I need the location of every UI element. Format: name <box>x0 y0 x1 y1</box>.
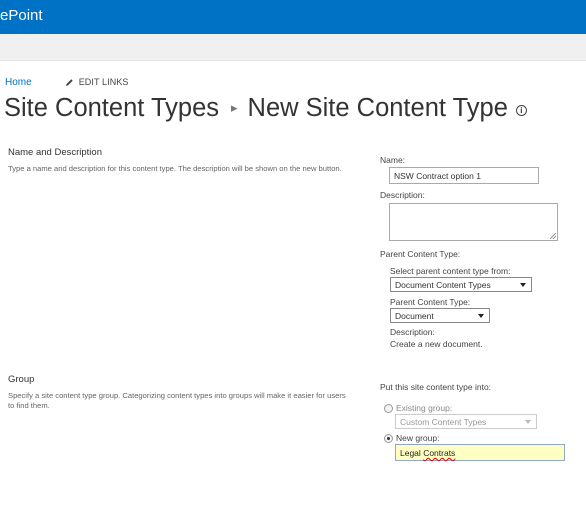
new-group-radio[interactable] <box>384 434 393 443</box>
parent-content-type-label: Parent Content Type: <box>380 249 461 259</box>
new-group-value-word2: Contrats <box>423 448 456 458</box>
name-label: Name: <box>380 155 406 165</box>
section-desc-name: Type a name and description for this con… <box>8 164 342 173</box>
chevron-down-icon <box>478 314 484 318</box>
section-title-name: Name and Description <box>8 147 102 158</box>
parent-type-label: Parent Content Type: <box>390 297 471 307</box>
new-group-value-word1: Legal <box>400 448 421 458</box>
resize-grip-icon[interactable] <box>550 233 556 239</box>
parent-type-select[interactable]: Document <box>390 308 490 323</box>
parent-group-select-value: Document Content Types <box>395 280 491 290</box>
parent-type-select-value: Document <box>395 311 434 321</box>
new-group-label[interactable]: New group: <box>396 433 439 443</box>
edit-links-label: EDIT LINKS <box>78 77 129 87</box>
top-navigation: Home EDIT LINKS <box>5 75 129 89</box>
name-input[interactable]: NSW Contract option 1 <box>389 167 539 184</box>
breadcrumb-separator-icon: ▸ <box>231 100 238 115</box>
suite-bar: ePoint <box>0 0 586 34</box>
ribbon-bar <box>0 34 586 61</box>
breadcrumb-current: New Site Content Type <box>247 93 508 122</box>
chevron-down-icon <box>525 420 531 424</box>
existing-group-select-value: Custom Content Types <box>400 417 487 427</box>
nav-link-home[interactable]: Home <box>5 77 32 88</box>
pencil-icon <box>65 78 73 86</box>
existing-group-select[interactable]: Custom Content Types <box>395 414 537 429</box>
parent-group-select[interactable]: Document Content Types <box>390 277 532 292</box>
breadcrumb-parent[interactable]: Site Content Types <box>4 94 219 123</box>
existing-group-label[interactable]: Existing group: <box>396 403 452 413</box>
app-brand-title[interactable]: ePoint <box>0 7 43 24</box>
chevron-down-icon <box>520 283 526 287</box>
new-group-input[interactable]: Legal Contrats <box>395 444 565 461</box>
select-parent-from-label: Select parent content type from: <box>390 266 511 276</box>
section-desc-group-line2: to find them. <box>8 401 50 410</box>
section-title-group: Group <box>8 374 35 385</box>
info-icon[interactable]: i <box>515 104 527 116</box>
description-textarea[interactable] <box>389 203 558 241</box>
section-desc-group-line1: Specify a site content type group. Categ… <box>8 391 346 400</box>
edit-links-button[interactable]: EDIT LINKS <box>65 77 129 87</box>
parent-desc-value: Create a new document. <box>390 339 483 349</box>
put-into-label: Put this site content type into: <box>380 382 492 392</box>
existing-group-radio[interactable] <box>384 404 393 413</box>
description-label: Description: <box>380 190 425 200</box>
page-title: Site Content Types ▸ New Site Content Ty… <box>4 92 527 124</box>
section-desc-group: Specify a site content type group. Categ… <box>8 391 368 411</box>
parent-desc-label: Description: <box>390 327 435 337</box>
